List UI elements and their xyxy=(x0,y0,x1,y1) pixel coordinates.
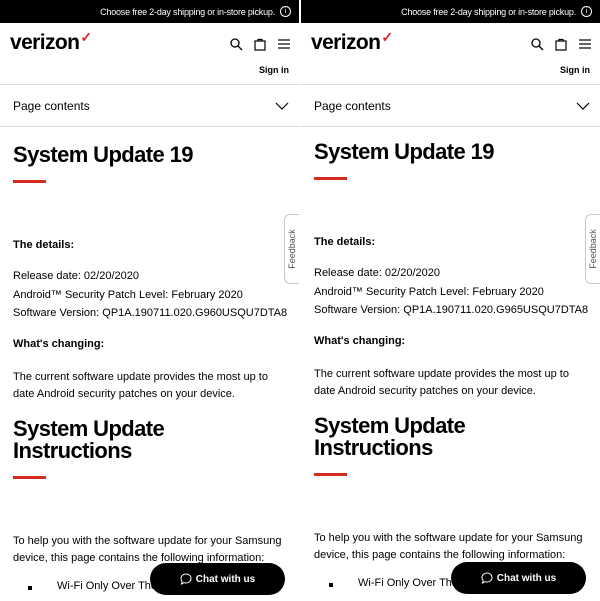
software-version: Software Version: QP1A.190711.020.G965US… xyxy=(314,304,589,316)
chat-bubble-icon xyxy=(180,573,192,585)
page-contents-label: Page contents xyxy=(13,99,90,113)
promo-bar[interactable]: Choose free 2-day shipping or in-store p… xyxy=(301,0,600,23)
feedback-label: Feedback xyxy=(588,229,598,269)
feedback-tab[interactable]: Feedback xyxy=(585,214,600,284)
promo-text: Choose free 2-day shipping or in-store p… xyxy=(401,6,576,17)
changing-text-line-2: date Android security patches on your de… xyxy=(13,388,235,400)
brand-name: verizon xyxy=(311,31,381,54)
header-divider xyxy=(0,84,299,85)
bullet-item-1[interactable]: Wi-Fi Only Over The xyxy=(57,580,157,592)
brand-check-icon: ✓ xyxy=(80,29,92,45)
changing-heading: What's changing: xyxy=(314,335,406,347)
page-contents-divider xyxy=(0,126,299,127)
chevron-down-icon xyxy=(275,102,289,110)
search-icon[interactable] xyxy=(229,37,243,51)
chat-label: Chat with us xyxy=(496,572,557,584)
info-icon[interactable]: i xyxy=(581,6,592,17)
instructions-heading-line-2: Instructions xyxy=(13,438,132,463)
feedback-label: Feedback xyxy=(287,229,297,269)
help-text-line-1: To help you with the software update for… xyxy=(314,532,583,544)
help-text-line-1: To help you with the software update for… xyxy=(13,535,282,547)
shopping-bag-icon[interactable] xyxy=(554,37,568,51)
header-divider xyxy=(301,84,600,85)
page-contents-toggle[interactable]: Page contents xyxy=(0,86,299,126)
changing-text-line-1: The current software update provides the… xyxy=(314,368,569,380)
bullet-item-1[interactable]: Wi-Fi Only Over The xyxy=(358,577,458,589)
page-contents-divider xyxy=(301,126,600,127)
software-version: Software Version: QP1A.190711.020.G960US… xyxy=(13,307,288,319)
right-panel: Choose free 2-day shipping or in-store p… xyxy=(301,0,600,601)
bullet-icon xyxy=(329,583,333,587)
signin-link[interactable]: Sign in xyxy=(560,65,590,75)
patch-level: Android™ Security Patch Level: February … xyxy=(314,286,544,298)
brand-name: verizon xyxy=(10,31,80,54)
instructions-rule xyxy=(314,473,347,476)
title-rule xyxy=(314,177,347,180)
changing-text-line-1: The current software update provides the… xyxy=(13,371,268,383)
patch-level: Android™ Security Patch Level: February … xyxy=(13,289,243,301)
release-date: Release date: 02/20/2020 xyxy=(13,270,139,282)
menu-icon[interactable] xyxy=(578,37,592,51)
release-date: Release date: 02/20/2020 xyxy=(314,267,440,279)
title-rule xyxy=(13,180,46,183)
chat-with-us-button[interactable]: Chat with us xyxy=(150,563,285,595)
instructions-heading-line-2: Instructions xyxy=(314,435,433,460)
chat-label: Chat with us xyxy=(195,573,256,585)
signin-link[interactable]: Sign in xyxy=(259,65,289,75)
feedback-tab[interactable]: Feedback xyxy=(284,214,299,284)
brand-logo[interactable]: verizon✓ xyxy=(10,29,92,55)
changing-text-line-2: date Android security patches on your de… xyxy=(314,385,536,397)
chat-bubble-icon xyxy=(481,572,493,584)
chat-with-us-button[interactable]: Chat with us xyxy=(451,562,586,594)
page-title: System Update 19 xyxy=(314,139,495,164)
menu-icon[interactable] xyxy=(277,37,291,51)
brand-logo[interactable]: verizon✓ xyxy=(311,29,393,55)
promo-bar[interactable]: Choose free 2-day shipping or in-store p… xyxy=(0,0,299,23)
promo-text: Choose free 2-day shipping or in-store p… xyxy=(100,6,275,17)
page-contents-label: Page contents xyxy=(314,99,391,113)
page-title: System Update 19 xyxy=(13,142,194,167)
brand-check-icon: ✓ xyxy=(381,29,393,45)
search-icon[interactable] xyxy=(530,37,544,51)
changing-heading: What's changing: xyxy=(13,338,105,350)
details-heading: The details: xyxy=(13,239,75,251)
shopping-bag-icon[interactable] xyxy=(253,37,267,51)
help-text-line-2: device, this page contains the following… xyxy=(314,549,566,561)
left-panel: Choose free 2-day shipping or in-store p… xyxy=(0,0,299,601)
info-icon[interactable]: i xyxy=(280,6,291,17)
chevron-down-icon xyxy=(576,102,590,110)
instructions-rule xyxy=(13,476,46,479)
page-contents-toggle[interactable]: Page contents xyxy=(301,86,600,126)
bullet-icon xyxy=(28,586,32,590)
details-heading: The details: xyxy=(314,236,376,248)
